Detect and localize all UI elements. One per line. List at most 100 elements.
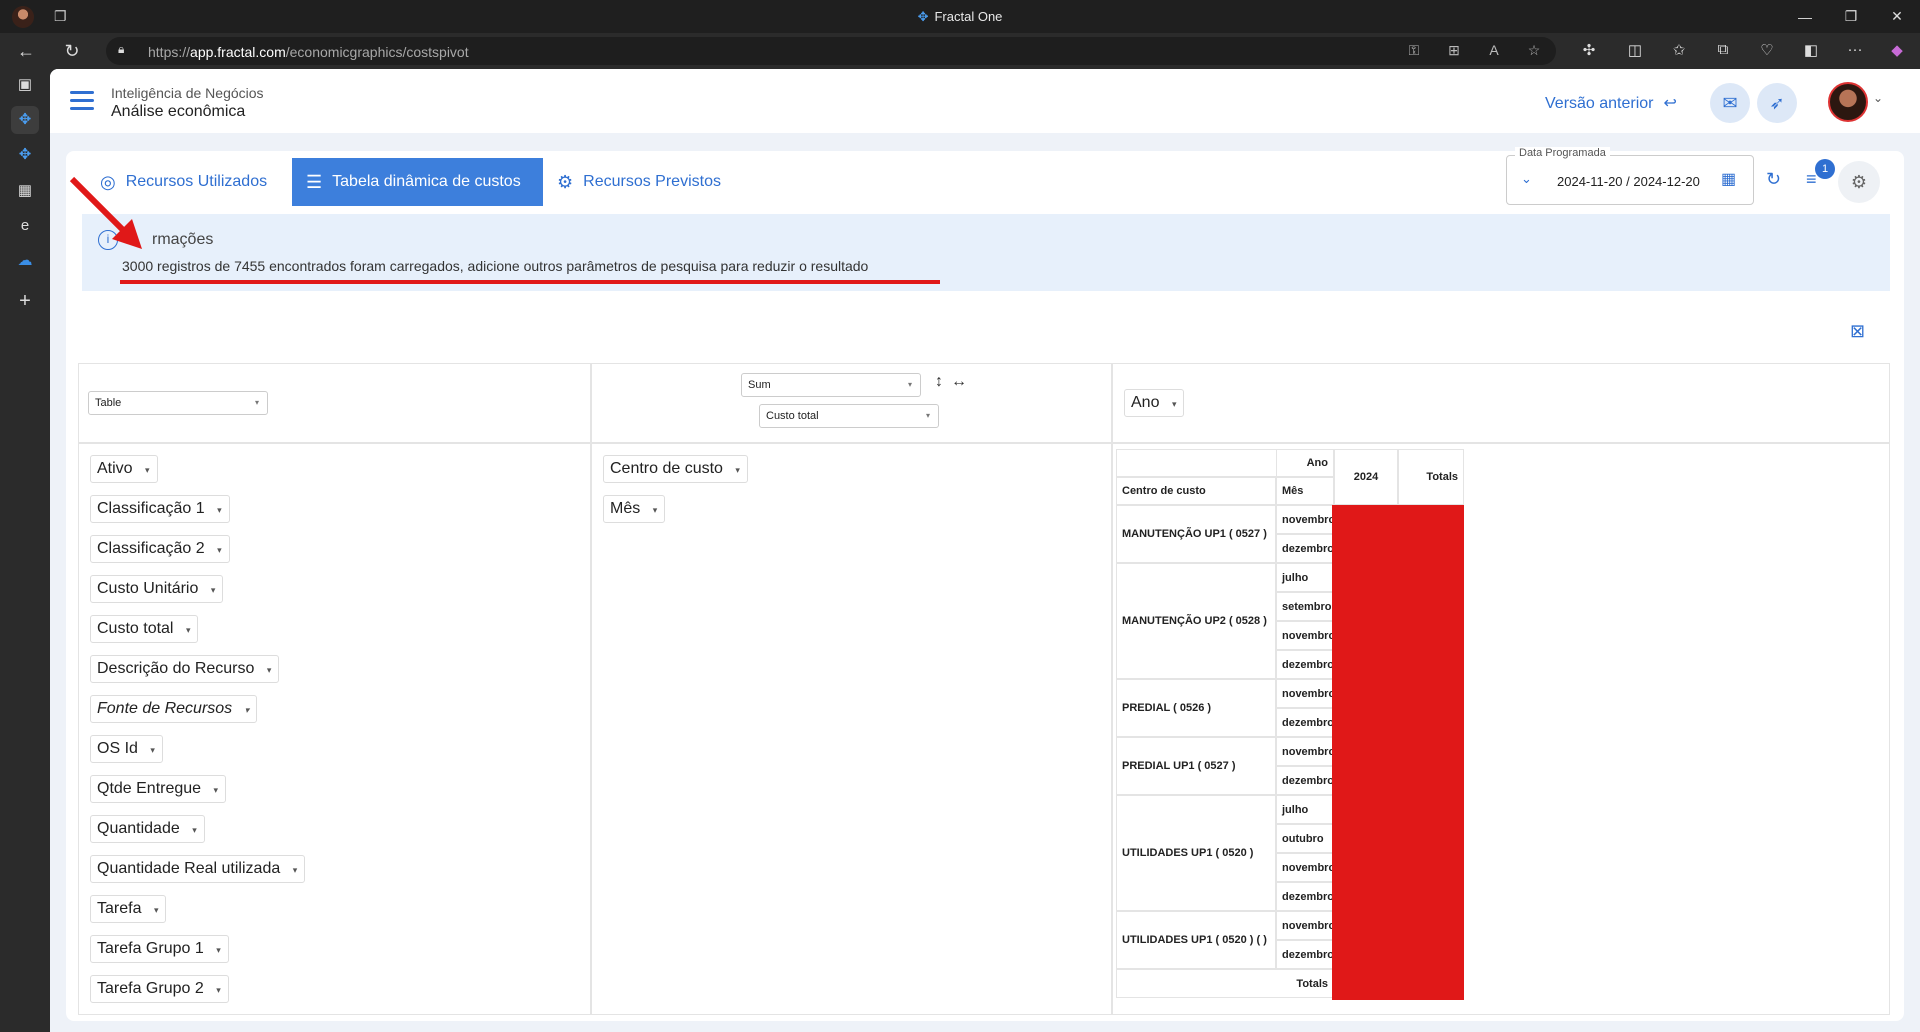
sliders-icon[interactable]: ⚙	[1838, 161, 1880, 203]
col-attrs-cell	[1112, 363, 1890, 443]
caret-down-icon[interactable]: ▾	[653, 505, 658, 516]
caret-down-icon[interactable]: ▾	[186, 625, 191, 636]
split-screen-icon[interactable]: ◫	[1624, 41, 1646, 61]
close-window-button[interactable]: ✕	[1874, 0, 1920, 33]
previous-version-link[interactable]: Versão anterior ↩	[1545, 93, 1677, 113]
caret-down-icon[interactable]: ▾	[214, 785, 219, 796]
more-menu-icon[interactable]: ···	[1844, 41, 1866, 61]
col-order-toggle-icon[interactable]: ↔	[951, 373, 967, 391]
browser-navbar: ← ↻ 🔒︎ https://app.fractal.com/economicg…	[0, 33, 1920, 69]
redaction-overlay	[1332, 505, 1464, 1000]
favorite-star-icon[interactable]: ☆	[1524, 42, 1544, 60]
row-month-label: dezembro	[1276, 650, 1334, 679]
field-pill-classificacao-1[interactable]: Classificação 1 ▾	[90, 495, 230, 523]
content-card: ◎ Recursos Utilizados ☰ Tabela dinâmica de…	[66, 147, 1904, 1021]
key-icon[interactable]: ⚿	[1404, 42, 1424, 60]
row-month-label: novembro	[1276, 911, 1334, 940]
caret-down-icon[interactable]: ▾	[735, 465, 740, 476]
chat-support-button[interactable]: ✉	[1710, 83, 1750, 123]
rocket-button[interactable]: ➶	[1757, 83, 1797, 123]
back-button[interactable]: ←	[14, 40, 38, 62]
read-aloud-icon[interactable]: A	[1484, 42, 1504, 60]
col-header-2024: 2024	[1334, 449, 1398, 505]
collections-icon[interactable]: ⧉	[1712, 41, 1734, 61]
favorites-icon[interactable]: ✩	[1668, 41, 1690, 61]
grand-total-label: Totals	[1116, 969, 1334, 998]
caret-down-icon[interactable]: ▾	[245, 705, 250, 716]
field-pill-qtde-entregue[interactable]: Qtde Entregue ▾	[90, 775, 227, 803]
tab-tabela-dinamica[interactable]: ☰ Tabela dinâmica de custos	[292, 158, 543, 206]
row-field-mes[interactable]: Mês ▾	[603, 495, 666, 523]
caret-down-icon[interactable]: ▾	[211, 585, 216, 596]
copilot-icon[interactable]: ◆	[1886, 41, 1908, 61]
browser-vertical-sidebar: ▣ ✥ ✥ ▦ e ☁ +	[0, 69, 50, 1032]
excel-export-icon[interactable]: ⊠	[1850, 321, 1865, 342]
field-pill-custo-total[interactable]: Custo total ▾	[90, 615, 199, 643]
row-attrs-cell	[591, 443, 1112, 1015]
add-tab-icon[interactable]: +	[11, 287, 39, 315]
field-pill-tarefa[interactable]: Tarefa ▾	[90, 895, 167, 923]
caret-down-icon[interactable]: ▾	[150, 745, 155, 756]
restore-button[interactable]: ❐	[1828, 0, 1874, 33]
apps-icon[interactable]: ⊞	[1444, 42, 1464, 60]
caret-down-icon[interactable]: ▾	[267, 665, 272, 676]
edge-bar-icon[interactable]: ◧	[1800, 41, 1822, 61]
address-bar[interactable]: 🔒︎ https://app.fractal.com/economicgraph…	[106, 37, 1556, 65]
pivot-table-ui: Table ▾ Sum ▾ Custo total ▾ ↕ ↔ Ano ▾ Ativo ▾…	[78, 363, 1890, 1015]
page-title: Análise econômica	[111, 103, 246, 120]
caret-down-icon[interactable]: ▾	[216, 945, 221, 956]
row-group-label: MANUTENÇÃO UP2 ( 0528 )	[1116, 563, 1276, 679]
field-pill-tarefa-grupo-2[interactable]: Tarefa Grupo 2 ▾	[90, 975, 229, 1003]
value-field-select[interactable]: Custo total ▾	[759, 404, 939, 428]
tab-recursos-previstos[interactable]: ⚙ Recursos Previstos	[543, 158, 735, 206]
caret-down-icon[interactable]: ▾	[192, 825, 197, 836]
chevron-down-icon[interactable]: ⌄	[1521, 171, 1532, 187]
row-field-centro-de-custo[interactable]: Centro de custo ▾	[603, 455, 748, 483]
performance-icon[interactable]: ♡	[1756, 41, 1778, 61]
field-pill-classificacao-2[interactable]: Classificação 2 ▾	[90, 535, 230, 563]
calendar-icon[interactable]: ▦	[1721, 169, 1736, 189]
fractal-tab-2-icon[interactable]: ✥	[11, 141, 39, 169]
field-pill-tarefa-grupo-1[interactable]: Tarefa Grupo 1 ▾	[90, 935, 229, 963]
caret-down-icon[interactable]: ▾	[216, 985, 221, 996]
menu-icon[interactable]	[70, 91, 94, 111]
chart-tab-icon[interactable]: ▦	[11, 177, 39, 205]
aggregator-select[interactable]: Sum ▾	[741, 373, 921, 397]
row-month-label: outubro	[1276, 824, 1334, 853]
refresh-icon[interactable]: ↻	[1766, 169, 1781, 190]
field-pill-fonte-de-recursos[interactable]: Fonte de Recursos ▾	[90, 695, 258, 723]
caret-down-icon[interactable]: ▾	[145, 465, 150, 476]
field-pill-quantidade[interactable]: Quantidade ▾	[90, 815, 205, 843]
lock-icon[interactable]: 🔒︎	[118, 42, 132, 58]
minimize-button[interactable]: —	[1782, 0, 1828, 33]
field-pill-quantidade-real-utilizada[interactable]: Quantidade Real utilizada ▾	[90, 855, 306, 883]
caret-down-icon[interactable]: ▾	[154, 905, 159, 916]
renderer-select[interactable]: Table ▾	[88, 391, 268, 415]
row-month-label: novembro	[1276, 621, 1334, 650]
field-pill-os-id[interactable]: OS Id ▾	[90, 735, 163, 763]
field-pill-descricao-do-recurso[interactable]: Descrição do Recurso ▾	[90, 655, 280, 683]
user-avatar[interactable]	[1828, 82, 1868, 122]
caret-down-icon[interactable]: ▾	[217, 505, 222, 516]
edge-tab-icon[interactable]: e	[11, 212, 39, 240]
row-order-toggle-icon[interactable]: ↕	[935, 373, 943, 391]
chevron-down-icon[interactable]: ⌄	[1873, 91, 1883, 105]
caret-down-icon[interactable]: ▾	[217, 545, 222, 556]
row-group-label: PREDIAL ( 0526 )	[1116, 679, 1276, 737]
refresh-button[interactable]: ↻	[60, 40, 84, 62]
gear-icon: ⚙	[557, 171, 574, 192]
row-group-label: UTILIDADES UP1 ( 0520 ) ( )	[1116, 911, 1276, 969]
onedrive-icon[interactable]: ☁	[11, 247, 39, 275]
date-range-field[interactable]: Data Programada ⌄ 2024-11-20 / 2024-12-2…	[1506, 147, 1754, 205]
tab-actions-icon[interactable]: ▣	[11, 71, 39, 99]
col-field-ano[interactable]: Ano ▾	[1124, 389, 1185, 417]
field-pill-custo-unitario[interactable]: Custo Unitário ▾	[90, 575, 224, 603]
row-month-label: julho	[1276, 795, 1334, 824]
extensions-icon[interactable]: ✣	[1578, 41, 1600, 61]
date-range-value: 2024-11-20 / 2024-12-20	[1557, 174, 1700, 189]
fractal-logo-icon: ✥	[917, 9, 929, 24]
fractal-tab-icon[interactable]: ✥	[11, 106, 39, 134]
field-pill-ativo[interactable]: Ativo ▾	[90, 455, 158, 483]
row-month-label: dezembro	[1276, 766, 1334, 795]
caret-down-icon[interactable]: ▾	[293, 865, 298, 876]
